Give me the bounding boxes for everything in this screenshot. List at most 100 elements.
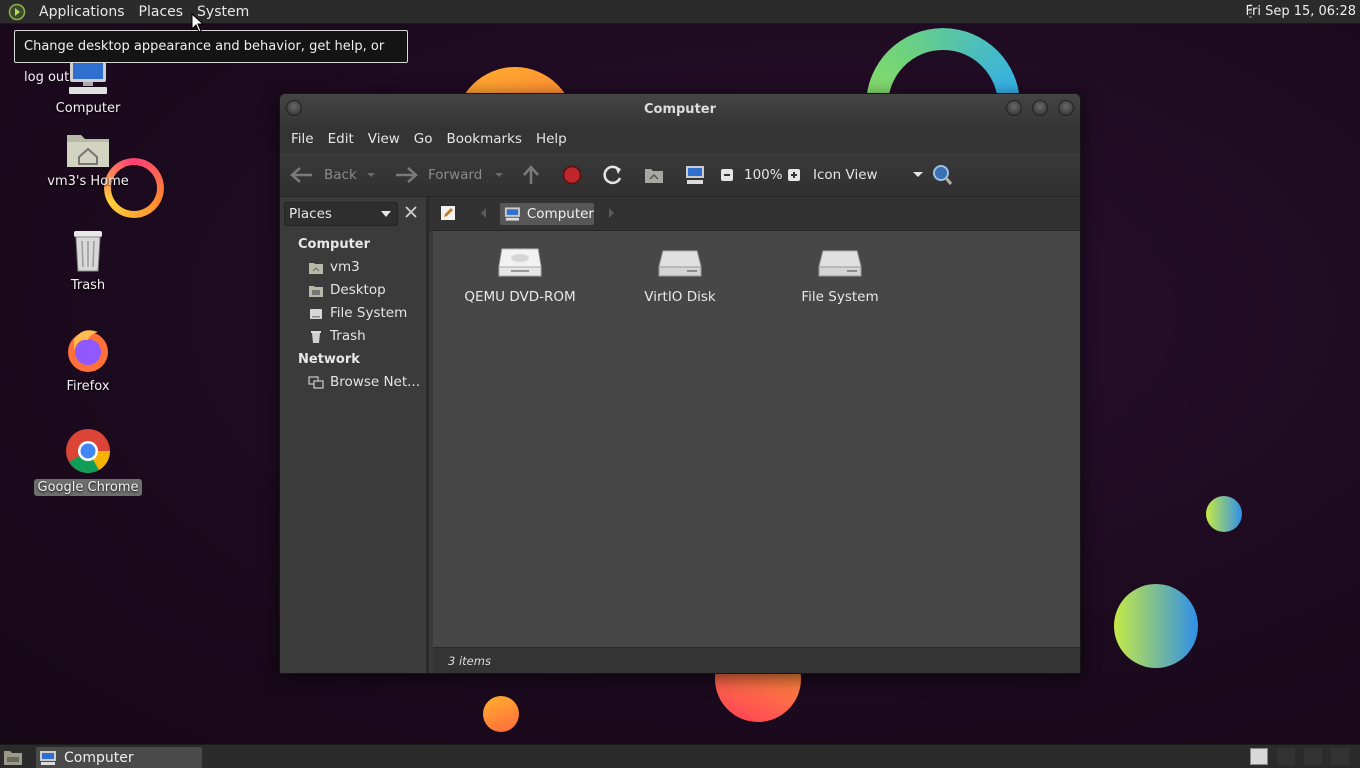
menubar: File Edit View Go Bookmarks Help — [280, 125, 1080, 153]
zoom-level[interactable]: 100% — [744, 153, 783, 197]
show-desktop-icon[interactable] — [3, 748, 23, 766]
computer-icon[interactable] — [684, 153, 706, 197]
workspace-4[interactable] — [1331, 748, 1349, 765]
file-item-file-system[interactable]: File System — [770, 245, 910, 305]
taskbar-item-computer[interactable]: Computer — [36, 747, 202, 768]
close-button[interactable] — [1058, 100, 1074, 116]
mouse-cursor-icon — [191, 13, 205, 33]
desktop-icon-trash[interactable]: Trash — [33, 229, 143, 294]
window-title: Computer — [643, 102, 717, 117]
firefox-icon — [68, 330, 108, 372]
hard-disk-icon — [818, 250, 862, 277]
computer-icon — [40, 750, 56, 765]
menu-view[interactable]: View — [361, 131, 407, 147]
file-item-qemu-dvd-rom[interactable]: QEMU DVD-ROM — [450, 245, 590, 305]
wallpaper-small-orange-circle — [483, 696, 519, 732]
sidebar-section-computer: Computer — [298, 237, 371, 252]
sidebar-selector[interactable]: Places — [284, 202, 398, 226]
file-view[interactable]: QEMU DVD-ROM VirtIO Disk File System — [433, 231, 1080, 647]
sidebar-item-vm3[interactable]: vm3 — [280, 256, 426, 279]
sidebar-item-browse-network[interactable]: Browse Net... — [280, 371, 426, 394]
sidebar-item-label: vm3 — [330, 259, 360, 275]
back-button[interactable]: Back — [290, 153, 357, 197]
menu-file[interactable]: File — [284, 131, 321, 147]
places-tree: Computer vm3 Desktop File System Trash N… — [280, 233, 426, 394]
wallpaper-big-blue-circle — [1114, 584, 1198, 668]
clock[interactable]: Fri Sep 15, 06:28 — [1245, 0, 1356, 24]
file-item-virtio-disk[interactable]: VirtIO Disk — [610, 245, 750, 305]
forward-arrow-icon — [396, 167, 418, 183]
trash-icon — [311, 330, 321, 343]
forward-history-dropdown-icon[interactable] — [494, 153, 504, 197]
file-item-label: File System — [801, 289, 879, 305]
maximize-button[interactable] — [1032, 100, 1048, 116]
trash-icon — [74, 231, 102, 272]
zoom-out-icon[interactable] — [720, 153, 734, 197]
desktop-icon-label: vm3's Home — [47, 174, 129, 189]
menu-bookmarks[interactable]: Bookmarks — [440, 131, 529, 147]
window-menu-button[interactable] — [286, 100, 302, 116]
applications-logo-icon[interactable] — [8, 3, 26, 21]
sidebar-item-label: File System — [330, 305, 408, 321]
back-history-dropdown-icon[interactable] — [366, 153, 376, 197]
view-mode-select[interactable]: Icon View — [813, 153, 923, 197]
home-folder-icon — [67, 135, 109, 167]
sidebar-item-file-system[interactable]: File System — [280, 302, 426, 325]
sidebar-item-label: Browse Net... — [330, 374, 421, 390]
search-icon[interactable] — [931, 153, 953, 197]
toolbar: Back Forward 100% Icon View — [280, 153, 1080, 197]
computer-icon — [504, 207, 520, 221]
path-scroll-right-icon[interactable] — [607, 208, 615, 218]
desktop-icon-home[interactable]: vm3's Home — [33, 129, 143, 190]
desktop-icon-firefox[interactable]: Firefox — [33, 326, 143, 395]
menu-edit[interactable]: Edit — [321, 131, 361, 147]
menu-help[interactable]: Help — [529, 131, 574, 147]
chevron-down-icon — [912, 172, 923, 177]
desktop-icon-label: Computer — [55, 101, 121, 116]
forward-button[interactable]: Forward — [394, 153, 482, 197]
edit-location-icon[interactable] — [440, 205, 456, 221]
optical-drive-icon — [498, 248, 542, 277]
menu-applications[interactable]: Applications — [32, 0, 132, 24]
close-sidebar-icon[interactable] — [404, 205, 418, 219]
desktop-folder-icon — [309, 285, 323, 297]
menu-go[interactable]: Go — [407, 131, 440, 147]
workspace-3[interactable] — [1304, 748, 1322, 765]
sidebar-section-network: Network — [298, 352, 360, 367]
hard-disk-icon — [658, 250, 702, 277]
computer-icon — [69, 60, 107, 94]
menu-places[interactable]: Places — [132, 0, 191, 24]
workspace-1[interactable] — [1250, 748, 1268, 765]
desktop-icon-chrome[interactable]: Google Chrome — [33, 427, 143, 496]
status-bar: 3 items — [433, 647, 1080, 673]
system-menu-tooltip: Change desktop appearance and behavior, … — [14, 30, 408, 85]
chrome-icon — [66, 429, 110, 473]
path-button-computer[interactable]: Computer — [500, 203, 594, 225]
home-folder-icon — [309, 262, 323, 274]
home-icon[interactable] — [643, 153, 665, 197]
sidebar-item-label: Trash — [330, 328, 366, 344]
stop-icon[interactable] — [562, 153, 582, 197]
path-scroll-left-icon[interactable] — [480, 208, 488, 218]
path-label: Computer — [526, 206, 594, 222]
view-mode-label: Icon View — [813, 167, 878, 183]
back-arrow-icon — [290, 167, 312, 183]
desktop-icon-label: Trash — [70, 278, 106, 293]
forward-label: Forward — [428, 167, 483, 183]
desktop-icon-label: Firefox — [66, 379, 110, 394]
sidebar-item-desktop[interactable]: Desktop — [280, 279, 426, 302]
network-icon — [308, 375, 324, 389]
window-titlebar[interactable]: Computer — [280, 94, 1080, 125]
reload-icon[interactable] — [602, 153, 624, 197]
bottom-panel: Computer — [0, 744, 1360, 768]
up-arrow-icon[interactable] — [521, 153, 541, 197]
desktop-icon-label: Google Chrome — [33, 479, 143, 496]
workspace-2[interactable] — [1277, 748, 1295, 765]
sidebar-item-label: Desktop — [330, 282, 386, 298]
sidebar-item-trash[interactable]: Trash — [280, 325, 426, 348]
file-item-label: QEMU DVD-ROM — [464, 289, 576, 305]
zoom-in-icon[interactable] — [787, 153, 801, 197]
sidebar: Places Computer vm3 Desktop File System — [280, 197, 429, 673]
back-label: Back — [324, 167, 357, 183]
minimize-button[interactable] — [1006, 100, 1022, 116]
